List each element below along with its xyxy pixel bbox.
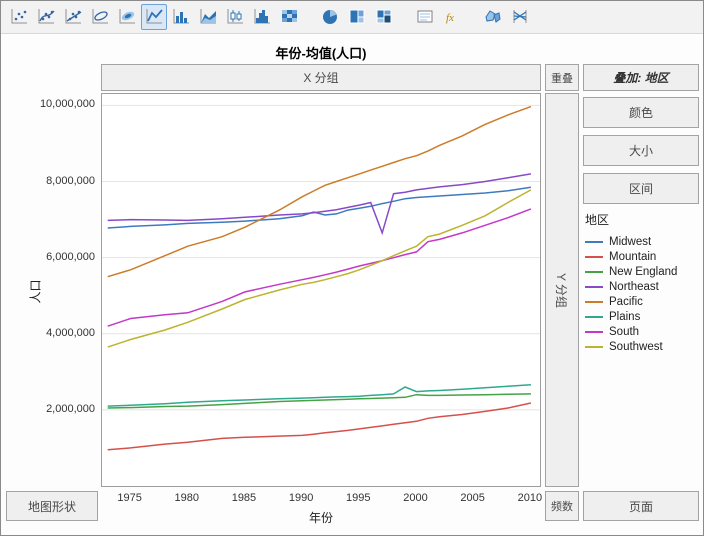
series-new-england[interactable] xyxy=(108,394,531,408)
heatmap-icon[interactable] xyxy=(276,4,302,30)
legend-label: Mountain xyxy=(609,251,656,263)
legend-swatch xyxy=(585,256,603,258)
map-shape-zone-label: 地图形状 xyxy=(28,498,76,515)
legend-label: Plains xyxy=(609,311,640,323)
drop-zone-x-group[interactable]: X 分组 xyxy=(101,64,541,91)
line-icon[interactable] xyxy=(141,4,167,30)
y-tick-label: 6,000,000 xyxy=(1,251,95,263)
legend-swatch xyxy=(585,316,603,318)
legend-item[interactable]: Plains xyxy=(585,309,699,324)
legend-label: Pacific xyxy=(609,296,643,308)
legend-swatch xyxy=(585,241,603,243)
legend-label: Northeast xyxy=(609,281,659,293)
legend-swatch xyxy=(585,331,603,333)
legend-label: Midwest xyxy=(609,236,651,248)
legend-item[interactable]: South xyxy=(585,324,699,339)
plot-area[interactable] xyxy=(101,93,541,487)
area-icon[interactable] xyxy=(195,4,221,30)
overlay-variable[interactable]: 叠加: 地区 xyxy=(583,64,699,91)
parallel-icon[interactable] xyxy=(507,4,533,30)
smoother-icon[interactable] xyxy=(33,4,59,30)
box-plot-icon[interactable] xyxy=(222,4,248,30)
legend-title: 地区 xyxy=(585,211,699,228)
points-icon[interactable] xyxy=(6,4,32,30)
legend-item[interactable]: New England xyxy=(585,264,699,279)
size-zone-label: 大小 xyxy=(629,142,653,159)
pie-icon[interactable] xyxy=(317,4,343,30)
x-tick-label: 2010 xyxy=(518,492,542,504)
x-tick-label: 1975 xyxy=(117,492,141,504)
element-palette: fx xyxy=(1,1,703,34)
y-tick-label: 2,000,000 xyxy=(1,403,95,415)
series-south[interactable] xyxy=(108,209,531,326)
x-tick-label: 1990 xyxy=(289,492,313,504)
y-tick-label: 10,000,000 xyxy=(1,98,95,110)
legend-swatch xyxy=(585,286,603,288)
bar-icon[interactable] xyxy=(168,4,194,30)
y-group-zone-label: Y 分组 xyxy=(554,272,571,307)
drop-zone-overlay[interactable]: 重叠 xyxy=(545,64,579,91)
histogram-icon[interactable] xyxy=(249,4,275,30)
drop-zone-map-shape[interactable]: 地图形状 xyxy=(6,491,98,521)
legend-swatch xyxy=(585,271,603,273)
legend-label: South xyxy=(609,326,639,338)
legend-item[interactable]: Northeast xyxy=(585,279,699,294)
legend-swatch xyxy=(585,346,603,348)
ellipse-icon[interactable] xyxy=(87,4,113,30)
graph-builder-window: fx 年份-均值(人口) X 分组 重叠 叠加: 地区 人口 10,000,00… xyxy=(0,0,704,536)
x-axis-label[interactable]: 年份 xyxy=(101,509,541,526)
frequency-zone-label: 频数 xyxy=(551,498,573,514)
mosaic-icon[interactable] xyxy=(371,4,397,30)
y-axis-label[interactable]: 人口 xyxy=(27,279,44,303)
legend-swatch xyxy=(585,301,603,303)
legend-label: Southwest xyxy=(609,341,663,353)
y-tick-label: 4,000,000 xyxy=(1,327,95,339)
drop-zone-frequency[interactable]: 频数 xyxy=(545,491,579,521)
legend-item[interactable]: Pacific xyxy=(585,294,699,309)
overlay-variable-label: 叠加: 地区 xyxy=(613,69,668,86)
x-tick-label: 1985 xyxy=(232,492,256,504)
drop-zone-y-group[interactable]: Y 分组 xyxy=(545,93,579,487)
series-midwest[interactable] xyxy=(108,187,531,228)
drop-zone-size[interactable]: 大小 xyxy=(583,135,699,166)
caption-box-icon[interactable] xyxy=(412,4,438,30)
x-group-zone-label: X 分组 xyxy=(303,69,338,86)
series-pacific[interactable] xyxy=(108,107,531,277)
legend-item[interactable]: Midwest xyxy=(585,234,699,249)
treemap-icon[interactable] xyxy=(344,4,370,30)
drop-zone-color[interactable]: 颜色 xyxy=(583,97,699,128)
x-tick-label: 1995 xyxy=(346,492,370,504)
map-shapes-icon[interactable] xyxy=(480,4,506,30)
drop-zone-page[interactable]: 页面 xyxy=(583,491,699,521)
x-tick-label: 1980 xyxy=(175,492,199,504)
interval-zone-label: 区间 xyxy=(629,180,653,197)
svg-text:fx: fx xyxy=(446,12,454,24)
color-zone-label: 颜色 xyxy=(629,104,653,121)
y-tick-label: 8,000,000 xyxy=(1,175,95,187)
graph-title: 年份-均值(人口) xyxy=(101,43,541,62)
page-zone-label: 页面 xyxy=(629,498,653,515)
legend-items: Midwest Mountain New England Northeast Pacif… xyxy=(585,234,699,354)
line-chart xyxy=(102,94,540,486)
legend-item[interactable]: Mountain xyxy=(585,249,699,264)
x-tick-label: 2000 xyxy=(403,492,427,504)
legend-label: New England xyxy=(609,266,677,278)
formula-icon[interactable]: fx xyxy=(439,4,465,30)
overlay-zone-label: 重叠 xyxy=(551,70,573,86)
contour-icon[interactable] xyxy=(114,4,140,30)
x-tick-label: 2005 xyxy=(460,492,484,504)
legend: 地区 Midwest Mountain New England Northeast Pa… xyxy=(585,211,699,354)
line-of-fit-icon[interactable] xyxy=(60,4,86,30)
legend-item[interactable]: Southwest xyxy=(585,339,699,354)
drop-zone-interval[interactable]: 区间 xyxy=(583,173,699,204)
